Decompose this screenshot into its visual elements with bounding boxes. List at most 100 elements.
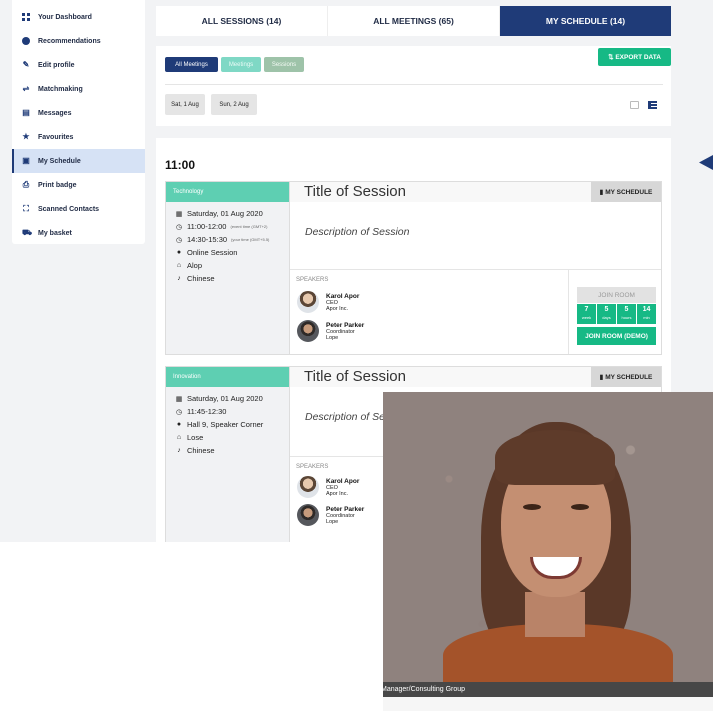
sidebar-item-label: Edit profile: [38, 61, 75, 69]
speaker-photo: [383, 392, 713, 682]
tab-my-schedule[interactable]: MY SCHEDULE (14): [500, 6, 671, 36]
speaker-name: Peter Parker: [326, 321, 365, 329]
speaker-item[interactable]: Peter Parker Coordinator Lope: [297, 504, 364, 526]
star-icon: ★: [22, 132, 30, 141]
sidebar-item-scanned-contacts[interactable]: ⛶ Scanned Contacts: [12, 197, 145, 221]
building-icon: ⌂: [176, 262, 182, 269]
divider: [165, 84, 663, 85]
sidebar-item-label: My Schedule: [38, 157, 81, 165]
top-tabs: ALL SESSIONS (14) ALL MEETINGS (65) MY S…: [156, 6, 671, 36]
trash-icon: ▮: [599, 189, 604, 196]
sidebar-item-label: Messages: [38, 109, 72, 117]
all-meetings-filter-button[interactable]: All Meetings: [165, 57, 218, 72]
speaker-item[interactable]: Peter Parker Coordinator Lope: [297, 320, 364, 342]
pencil-icon: ✎: [22, 60, 30, 69]
sessions-filter-button[interactable]: Sessions: [264, 57, 304, 72]
speaker-photo-popup: Manager/Consulting Group: [383, 392, 713, 711]
avatar: [297, 476, 319, 498]
calendar-view-icon[interactable]: [630, 101, 639, 109]
sidebar-item-edit-profile[interactable]: ✎ Edit profile: [12, 53, 145, 77]
cart-icon: ⛟: [22, 228, 33, 237]
trash-icon: ▮: [599, 374, 604, 381]
countdown-weeks: 7 week: [577, 304, 596, 324]
export-data-button[interactable]: ⇅ EXPORT DATA: [598, 48, 671, 66]
sidebar-item-messages[interactable]: ▤ Messages: [12, 101, 145, 125]
join-room-button[interactable]: JOIN ROOM: [577, 287, 656, 303]
building-icon: ⌂: [176, 434, 182, 441]
join-room-demo-button[interactable]: JOIN ROOM (DEMO): [577, 327, 656, 345]
filter-panel: All Meetings Meetings Sessions ⇅ EXPORT …: [156, 46, 671, 126]
location-pin-icon: ●: [176, 421, 182, 428]
session-event-time: ◷ 11:00-12:00 (event time (GMT+2): [175, 222, 268, 231]
sidebar-item-label: Scanned Contacts: [38, 205, 100, 213]
sidebar-item-label: My basket: [38, 229, 72, 237]
speakers-label: SPEAKERS: [296, 277, 329, 283]
scan-icon: ⛶: [23, 204, 29, 213]
microphone-icon: ♪: [177, 275, 181, 282]
session-title: Title of Session: [290, 367, 591, 387]
avatar: [297, 291, 319, 313]
speaker-org: Lope: [326, 334, 339, 341]
session-date: ▦ Saturday, 01 Aug 2020: [175, 394, 263, 403]
countdown-days: 5 days: [597, 304, 616, 324]
speaker-name: Karol Apor: [326, 477, 360, 485]
calendar-icon: ▦: [175, 395, 183, 403]
photo-bangs: [495, 430, 615, 485]
sidebar-item-favourites[interactable]: ★ Favourites: [12, 125, 145, 149]
speaker-name: Karol Apor: [326, 292, 360, 300]
time-slot-heading: 11:00: [165, 158, 196, 172]
clock-icon: ◷: [175, 408, 183, 416]
clock-icon: ◷: [175, 223, 183, 231]
tab-all-meetings[interactable]: ALL MEETINGS (65): [328, 6, 500, 36]
microphone-icon: ♪: [177, 447, 181, 454]
sidebar-item-my-schedule[interactable]: ▣ My Schedule: [12, 149, 145, 173]
session-card: Technology ▦ Saturday, 01 Aug 2020 ◷ 11:00…: [165, 181, 662, 355]
my-schedule-button[interactable]: ▮ MY SCHEDULE: [591, 182, 661, 202]
list-view-icon[interactable]: [648, 101, 657, 109]
session-info: Technology ▦ Saturday, 01 Aug 2020 ◷ 11:00…: [166, 182, 290, 354]
sidebar-item-label: Matchmaking: [38, 85, 83, 93]
photo-eye: [523, 504, 541, 510]
session-description: Description of Session: [305, 226, 410, 238]
speaker-org: Apor Inc.: [326, 490, 349, 497]
day-button-sun[interactable]: Sun, 2 Aug: [211, 94, 257, 115]
speaker-item[interactable]: Karol Apor CEO Apor Inc.: [297, 476, 359, 498]
session-location: ● Hall 9, Speaker Corner: [166, 418, 289, 431]
sidebar-item-label: Recommendations: [38, 37, 101, 45]
calendar-icon: ▣: [22, 156, 30, 165]
sidebar: Your Dashboard Recommendations ✎ Edit pro…: [12, 0, 145, 244]
session-date: ▦ Saturday, 01 Aug 2020: [175, 209, 263, 218]
session-language: ♪ Chinese: [166, 272, 289, 285]
sidebar-item-my-basket[interactable]: ⛟ My basket: [12, 221, 145, 245]
sidebar-item-label: Favourites: [38, 133, 74, 141]
session-title: Title of Session: [290, 182, 591, 202]
avatar: [297, 320, 319, 342]
location-pin-icon: ●: [176, 249, 182, 256]
category-label: Technology: [166, 182, 289, 202]
collapse-arrow-icon[interactable]: [699, 155, 713, 170]
photo-neck: [525, 592, 585, 637]
speaker-item[interactable]: Karol Apor CEO Apor Inc.: [297, 291, 359, 313]
day-button-sat[interactable]: Sat, 1 Aug: [165, 94, 205, 115]
printer-icon: ⎙: [22, 180, 30, 189]
sidebar-item-dashboard[interactable]: Your Dashboard: [12, 5, 145, 29]
photo-eye: [571, 504, 589, 510]
session-event-time: ◷ 11:45-12:30: [175, 407, 227, 416]
session-local-time: ◷ 14:30-15:30 (your time (GMT+5.5): [175, 235, 270, 244]
sidebar-item-print-badge[interactable]: ⎙ Print badge: [12, 173, 145, 197]
session-company: ⌂ Lose: [166, 431, 289, 444]
sidebar-item-label: Print badge: [38, 181, 77, 189]
meetings-filter-button[interactable]: Meetings: [221, 57, 261, 72]
dashboard-icon: [22, 13, 30, 21]
avatar: [297, 504, 319, 526]
clock-icon: ◷: [175, 236, 183, 244]
speaker-org: Apor Inc.: [326, 305, 349, 312]
calendar-icon: ▦: [175, 210, 183, 218]
tab-all-sessions[interactable]: ALL SESSIONS (14): [156, 6, 328, 36]
session-language: ♪ Chinese: [166, 444, 289, 457]
sidebar-item-matchmaking[interactable]: ⇌ Matchmaking: [12, 77, 145, 101]
countdown-hours: 5 hours: [617, 304, 636, 324]
session-location: ● Online Session: [166, 246, 289, 259]
sidebar-item-recommendations[interactable]: Recommendations: [12, 29, 145, 53]
my-schedule-button[interactable]: ▮ MY SCHEDULE: [591, 367, 661, 387]
